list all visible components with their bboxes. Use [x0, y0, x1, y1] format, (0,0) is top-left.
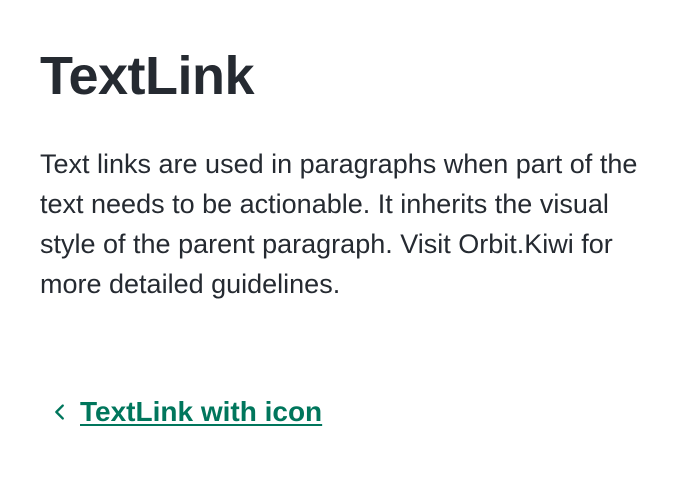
page-title: TextLink — [40, 46, 255, 106]
textlink-label: TextLink with icon — [80, 396, 323, 427]
textlink-with-icon[interactable]: TextLink with icon — [48, 392, 322, 432]
page-description: Text links are used in paragraphs when p… — [40, 149, 638, 299]
chevron-left-icon — [48, 400, 72, 424]
